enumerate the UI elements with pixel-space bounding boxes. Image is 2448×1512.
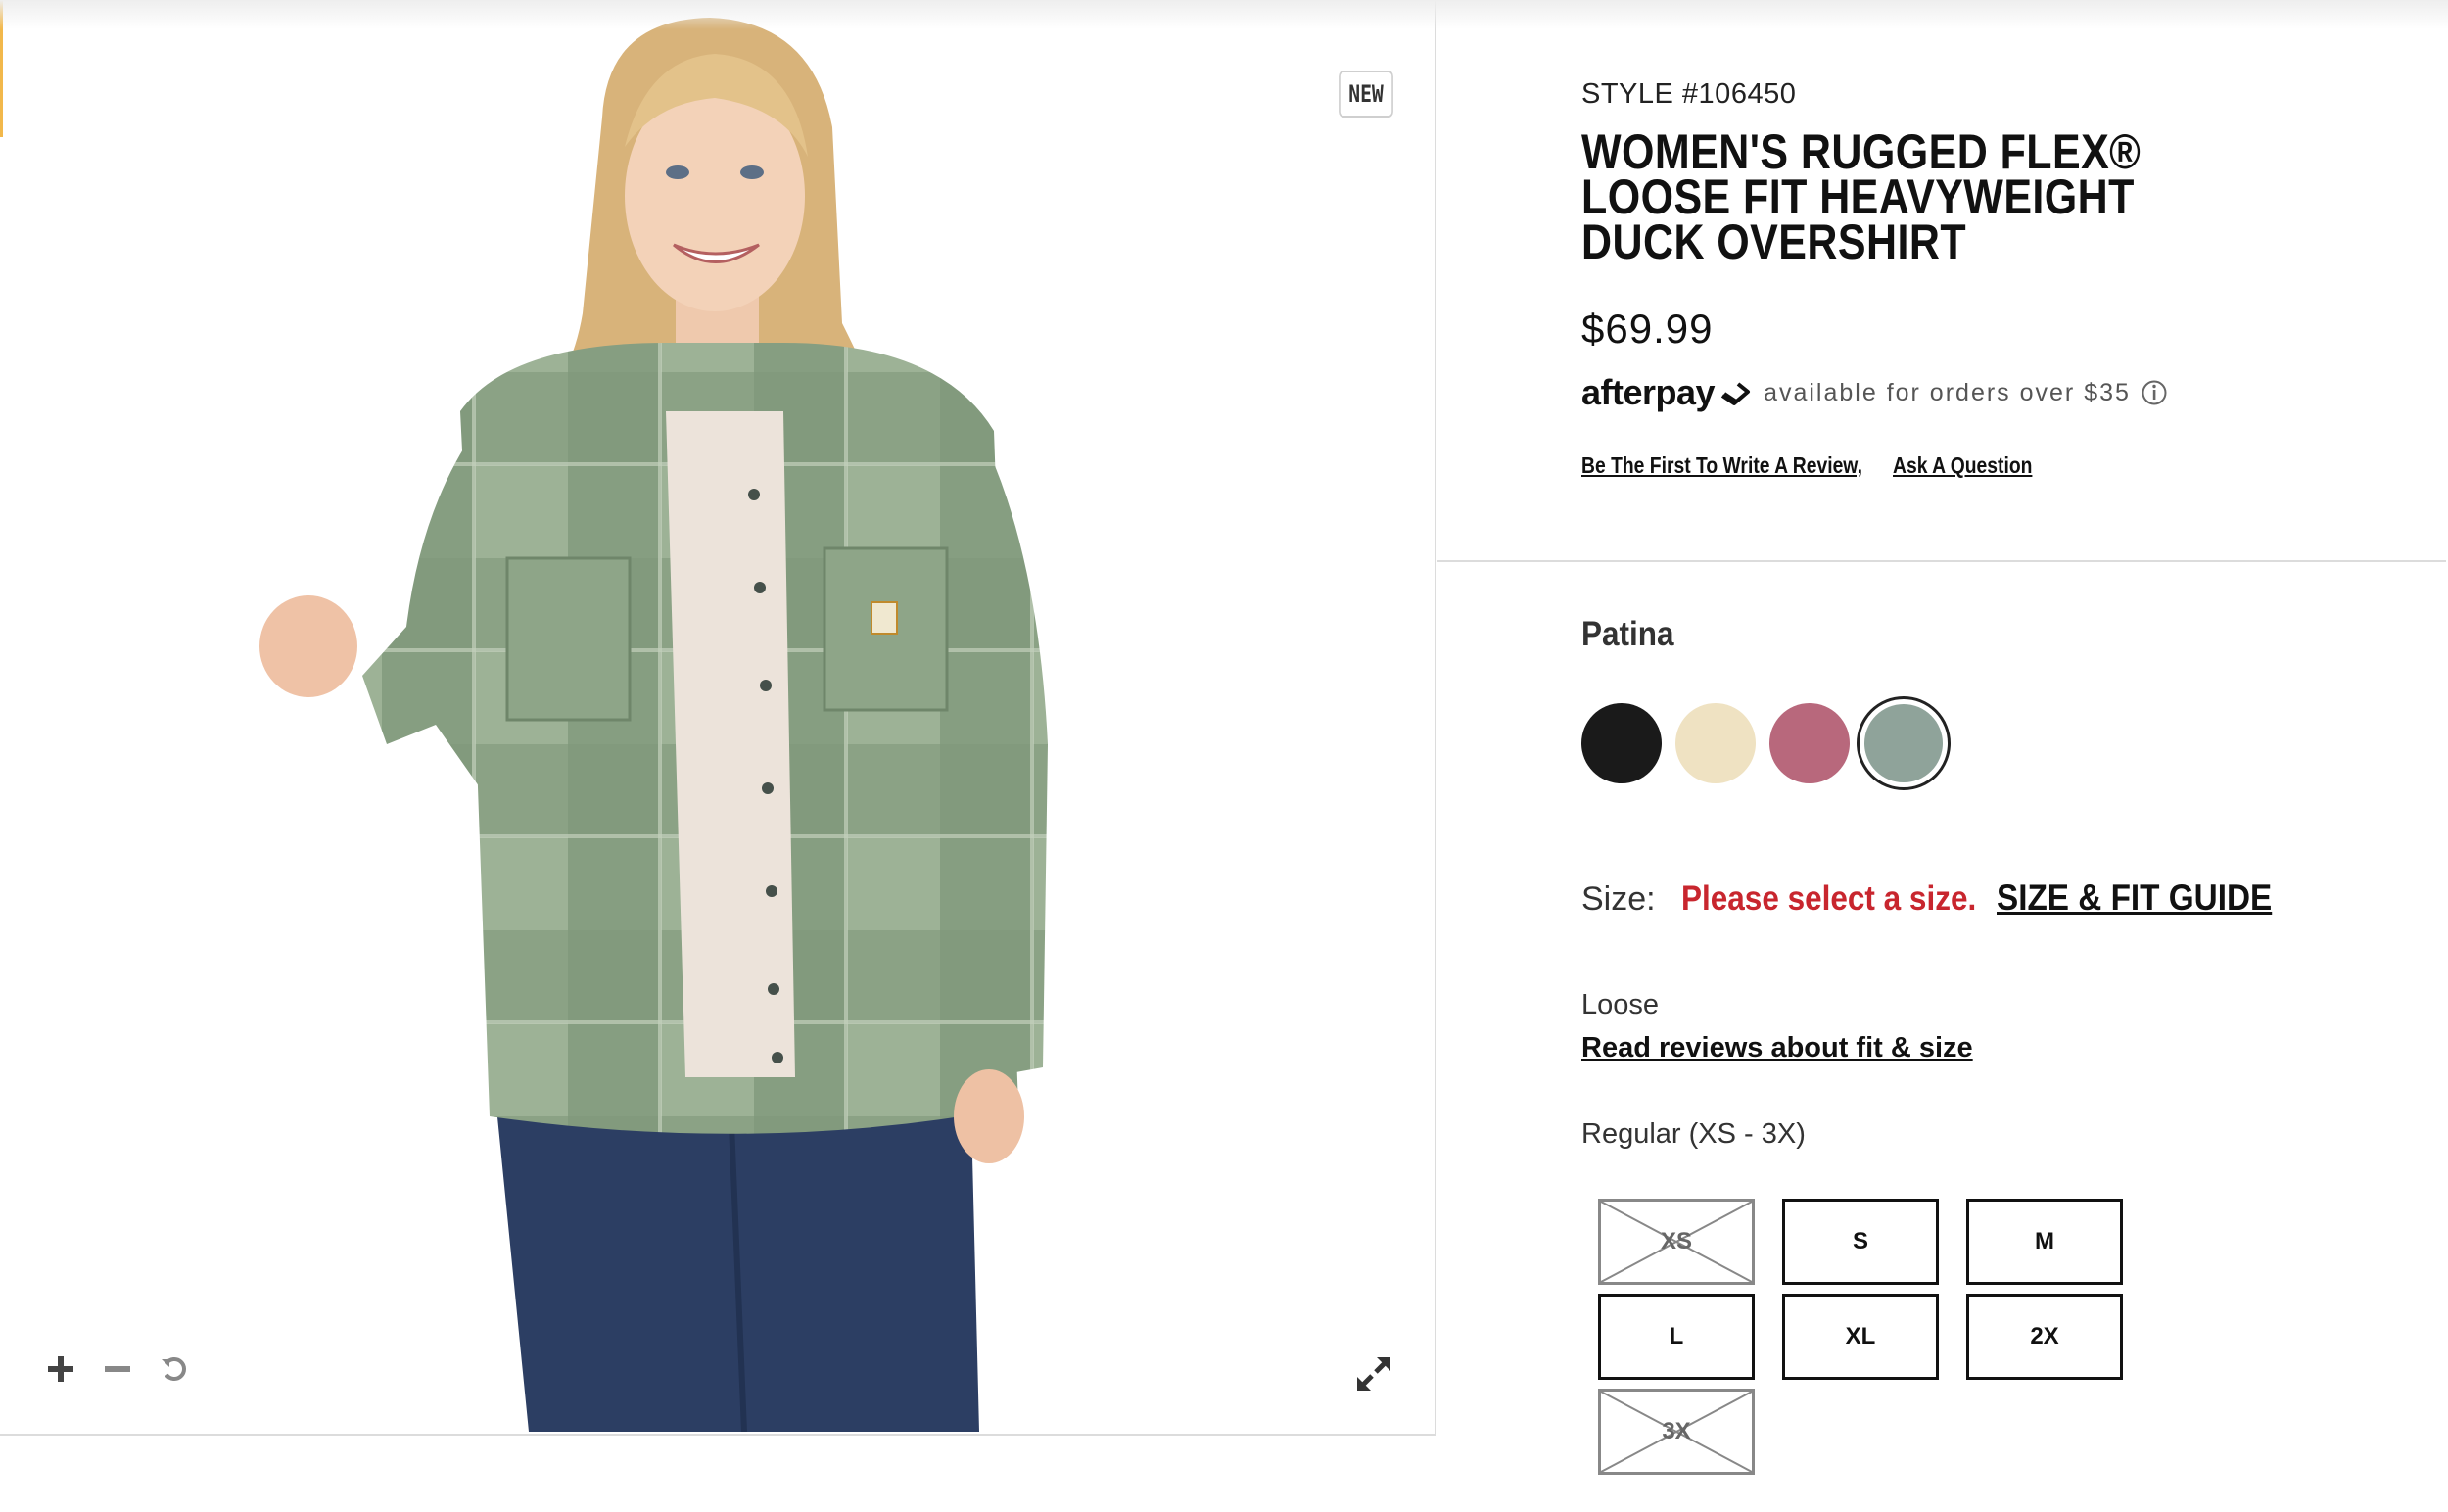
size-option-3x: 3X bbox=[1598, 1389, 1755, 1475]
size-error-message: Please select a size. bbox=[1680, 879, 1976, 918]
expand-icon[interactable] bbox=[1353, 1353, 1394, 1394]
size-option-label: M bbox=[2035, 1228, 2054, 1254]
product-title: WOMEN'S RUGGED FLEX® LOOSE FIT HEAVYWEIG… bbox=[1581, 124, 2142, 269]
size-options-grid: XS S M L XL 2X 3X bbox=[1598, 1199, 2123, 1483]
size-option-label: 3X bbox=[1662, 1418, 1691, 1444]
size-row: Size: Please select a size. SIZE & FIT G… bbox=[1581, 877, 2303, 919]
new-badge: NEW bbox=[1339, 71, 1393, 118]
color-swatch-rose[interactable] bbox=[1769, 703, 1850, 783]
size-range-label: Regular (XS - 3X) bbox=[1581, 1118, 1806, 1150]
zoom-in-icon[interactable] bbox=[43, 1351, 78, 1387]
product-price: $69.99 bbox=[1581, 306, 1714, 352]
product-gallery: NEW bbox=[0, 0, 1436, 1436]
zoom-out-icon[interactable] bbox=[100, 1351, 135, 1387]
size-option-m[interactable]: M bbox=[1966, 1199, 2123, 1285]
product-info-panel: STYLE #106450 WOMEN'S RUGGED FLEX® LOOSE… bbox=[1437, 0, 2448, 1512]
afterpay-logo: afterpay bbox=[1581, 372, 1716, 412]
color-swatch-black[interactable] bbox=[1581, 703, 1662, 783]
accent-edge bbox=[0, 0, 3, 137]
product-image[interactable] bbox=[196, 0, 1126, 1432]
color-swatches bbox=[1581, 696, 1993, 801]
afterpay-text: available for orders over $35 bbox=[1764, 378, 2131, 406]
size-label: Size: bbox=[1581, 880, 1656, 918]
size-option-label: XS bbox=[1660, 1228, 1692, 1254]
size-option-s[interactable]: S bbox=[1782, 1199, 1939, 1285]
reset-zoom-icon[interactable] bbox=[157, 1351, 192, 1387]
size-option-xs: XS bbox=[1598, 1199, 1755, 1285]
fit-label: Loose bbox=[1581, 989, 1660, 1020]
fit-reviews-link[interactable]: Read reviews about fit & size bbox=[1581, 1032, 1973, 1064]
selected-color-name: Patina bbox=[1581, 615, 1674, 653]
size-option-label: S bbox=[1852, 1228, 1868, 1254]
product-header: STYLE #106450 WOMEN'S RUGGED FLEX® LOOSE… bbox=[1437, 0, 2446, 562]
review-links: Be The First To Write A Review, Ask A Qu… bbox=[1581, 452, 2058, 479]
color-swatch-patina[interactable] bbox=[1857, 696, 1951, 790]
size-option-2x[interactable]: 2X bbox=[1966, 1294, 2123, 1380]
size-option-label: XL bbox=[1845, 1323, 1876, 1349]
afterpay-row: afterpay available for orders over $35 bbox=[1581, 372, 2168, 413]
size-option-l[interactable]: L bbox=[1598, 1294, 1755, 1380]
size-fit-guide-link[interactable]: SIZE & FIT GUIDE bbox=[1997, 877, 2272, 919]
zoom-controls bbox=[43, 1351, 192, 1387]
afterpay-arrows-icon bbox=[1720, 382, 1751, 405]
write-review-link[interactable]: Be The First To Write A Review, bbox=[1581, 452, 1862, 479]
color-swatch-cream[interactable] bbox=[1675, 703, 1756, 783]
size-option-label: L bbox=[1669, 1323, 1684, 1349]
info-icon[interactable] bbox=[2141, 379, 2168, 406]
size-option-xl[interactable]: XL bbox=[1782, 1294, 1939, 1380]
ask-question-link[interactable]: Ask A Question bbox=[1893, 452, 2032, 479]
size-option-label: 2X bbox=[2030, 1323, 2059, 1349]
style-number: STYLE #106450 bbox=[1581, 78, 1797, 110]
